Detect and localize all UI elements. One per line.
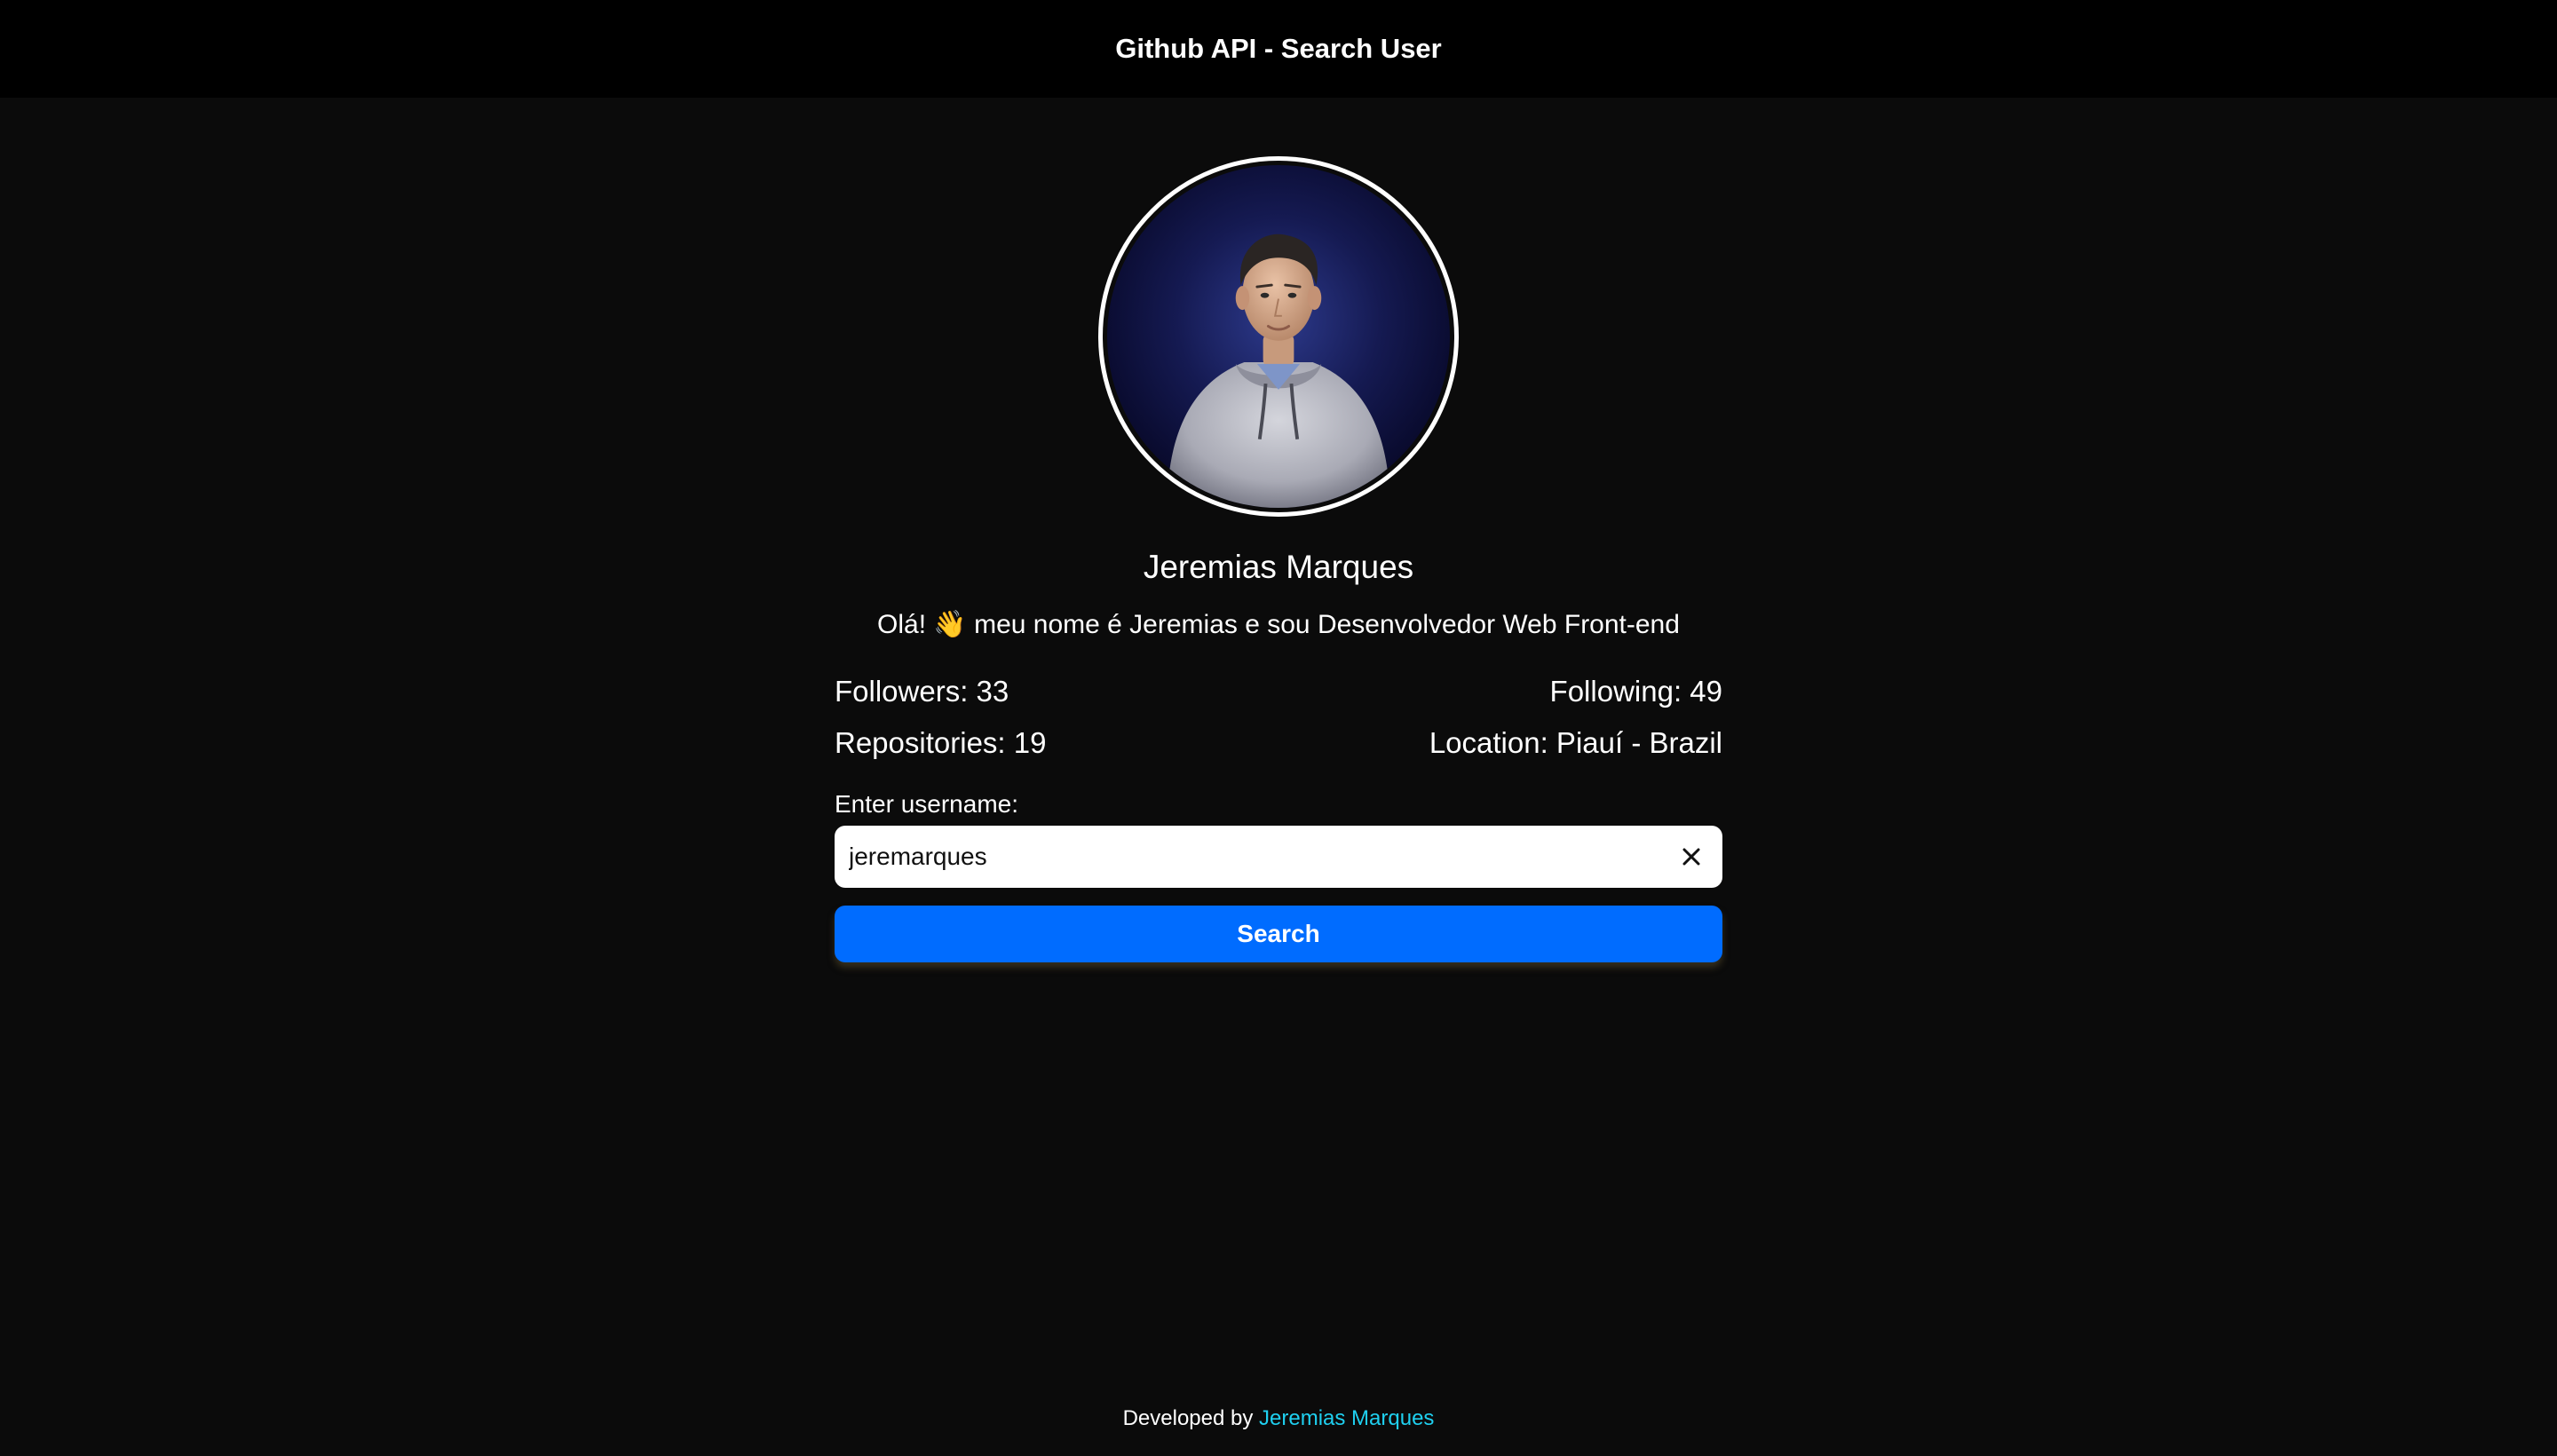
page-title: Github API - Search User (1115, 33, 1442, 64)
footer-author-link[interactable]: Jeremias Marques (1259, 1406, 1434, 1430)
close-icon[interactable] (1680, 845, 1703, 868)
avatar-frame (1098, 156, 1459, 517)
following-count: Following: 49 (1549, 675, 1722, 708)
stats-row-2: Repositories: 19 Location: Piauí - Brazi… (835, 717, 1722, 769)
repositories-count: Repositories: 19 (835, 726, 1047, 759)
username-input-box[interactable] (835, 826, 1722, 888)
footer-prefix: Developed by (1122, 1406, 1260, 1430)
profile-bio: Olá! 👋 meu nome é Jeremias e sou Desenvo… (877, 610, 1680, 639)
followers-count: Followers: 33 (835, 675, 1009, 708)
stats-row-1: Followers: 33 Following: 49 (835, 666, 1722, 717)
profile-name: Jeremias Marques (1143, 549, 1414, 585)
location: Location: Piauí - Brazil (1429, 726, 1722, 759)
avatar-illustration (1167, 233, 1390, 508)
app-header: Github API - Search User (0, 0, 2557, 98)
profile-stats: Followers: 33 Following: 49 Repositories… (835, 666, 1722, 769)
footer: Developed by Jeremias Marques (0, 1406, 2557, 1431)
search-button[interactable]: Search (835, 906, 1722, 962)
username-label: Enter username: (835, 790, 1018, 818)
avatar (1107, 165, 1450, 508)
search-form: Enter username: Search (835, 787, 1722, 962)
username-input[interactable] (849, 843, 1680, 871)
